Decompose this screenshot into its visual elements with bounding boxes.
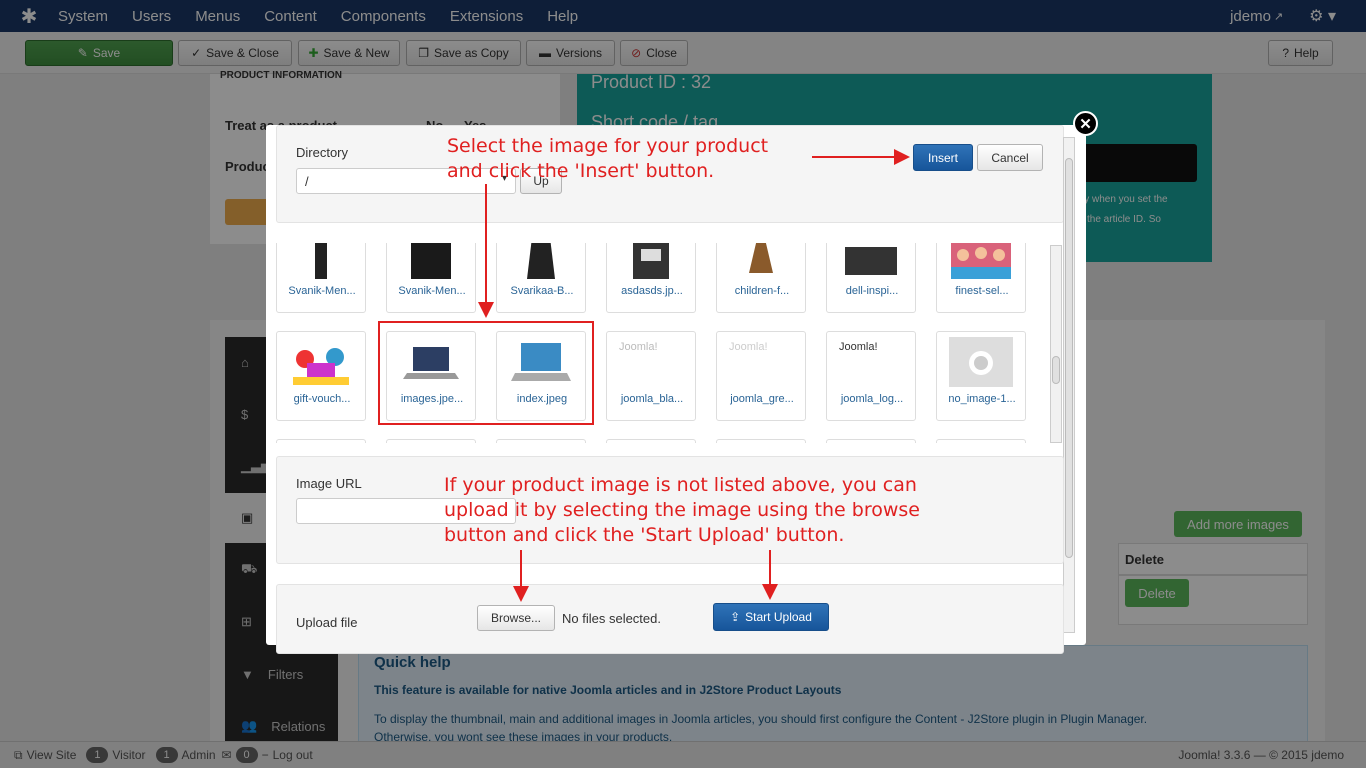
dress-thumbnail-icon — [411, 243, 451, 279]
image-item[interactable]: children-f... — [716, 243, 806, 313]
annotation-top-line-2: and click the 'Insert' button. — [447, 160, 715, 182]
image-item[interactable]: Joomla! joomla_gre... — [716, 331, 806, 421]
image-name: joomla_gre... — [730, 393, 794, 405]
image-item[interactable] — [716, 439, 806, 443]
image-name: asdasds.jp... — [621, 285, 683, 297]
image-name: joomla_log... — [840, 393, 904, 405]
insert-button[interactable]: Insert — [913, 144, 973, 171]
browse-button[interactable]: Browse... — [477, 605, 555, 631]
image-url-label: Image URL — [296, 476, 362, 491]
image-item[interactable]: Joomla! joomla_bla... — [606, 331, 696, 421]
gift-thumbnail-icon — [293, 348, 349, 385]
annotation-bottom-line-3: button and click the 'Start Upload' butt… — [444, 524, 845, 546]
dress-thumbnail-icon — [527, 243, 555, 279]
camera-placeholder-icon — [949, 337, 1013, 387]
image-item[interactable]: Svanik-Men... — [276, 243, 366, 313]
modal-scroll-thumb[interactable] — [1065, 158, 1073, 558]
image-item[interactable] — [496, 439, 586, 443]
child-dress-thumbnail-icon — [749, 243, 773, 273]
image-item[interactable]: Svanik-Men... — [386, 243, 476, 313]
image-name: dell-inspi... — [845, 285, 899, 297]
directory-label: Directory — [296, 145, 349, 160]
cancel-button[interactable]: Cancel — [977, 144, 1043, 171]
upload-file-label: Upload file — [296, 615, 358, 630]
image-name: finest-sel... — [955, 285, 1009, 297]
image-item[interactable]: dell-inspi... — [826, 243, 916, 313]
start-upload-button[interactable]: ⇪ Start Upload — [713, 603, 829, 631]
annotation-bottom-line-1: If your product image is not listed abov… — [444, 474, 917, 496]
selected-images-highlight — [378, 321, 594, 425]
annotation-bottom-line-2: upload it by selecting the image using t… — [444, 499, 920, 521]
image-item[interactable]: finest-sel... — [936, 243, 1026, 313]
image-grid-scrollbar[interactable] — [1050, 245, 1062, 443]
image-item[interactable] — [606, 439, 696, 443]
modal-scrollbar[interactable] — [1063, 137, 1075, 633]
image-name: Svanik-Men... — [398, 285, 466, 297]
image-item[interactable] — [936, 439, 1026, 443]
laptop-thumbnail-icon — [845, 247, 897, 275]
image-grid-scroll-thumb[interactable] — [1052, 356, 1060, 384]
image-name: Svanik-Men... — [288, 285, 356, 297]
close-icon[interactable]: ✕ — [1073, 111, 1098, 136]
image-name: joomla_bla... — [620, 393, 684, 405]
upload-icon: ⇪ — [730, 610, 741, 624]
image-name: children-f... — [734, 285, 790, 297]
dress-thumbnail-icon — [315, 243, 327, 279]
image-name: no_image-1... — [948, 393, 1016, 405]
directory-value: / — [305, 174, 309, 189]
image-item[interactable]: Svarikaa-B... — [496, 243, 586, 313]
group-photo-thumbnail-icon — [951, 243, 1011, 279]
image-name: Svarikaa-B... — [510, 285, 574, 297]
joomla-logo-icon: Joomla! — [729, 341, 768, 353]
image-item[interactable]: gift-vouch... — [276, 331, 366, 421]
image-item[interactable] — [276, 439, 366, 443]
image-item[interactable]: Joomla! joomla_log... — [826, 331, 916, 421]
no-files-text: No files selected. — [562, 611, 661, 626]
image-item[interactable]: asdasds.jp... — [606, 243, 696, 313]
start-upload-label: Start Upload — [745, 610, 812, 624]
upload-panel — [276, 584, 1064, 654]
joomla-logo-icon: Joomla! — [619, 341, 658, 353]
image-item[interactable]: no_image-1... — [936, 331, 1026, 421]
joomla-logo-icon: Joomla! — [839, 341, 878, 353]
image-item[interactable] — [386, 439, 476, 443]
annotation-top-line-1: Select the image for your product — [447, 135, 769, 157]
shirt-thumbnail-icon — [633, 243, 669, 279]
image-name: gift-vouch... — [293, 393, 351, 405]
image-item[interactable] — [826, 439, 916, 443]
